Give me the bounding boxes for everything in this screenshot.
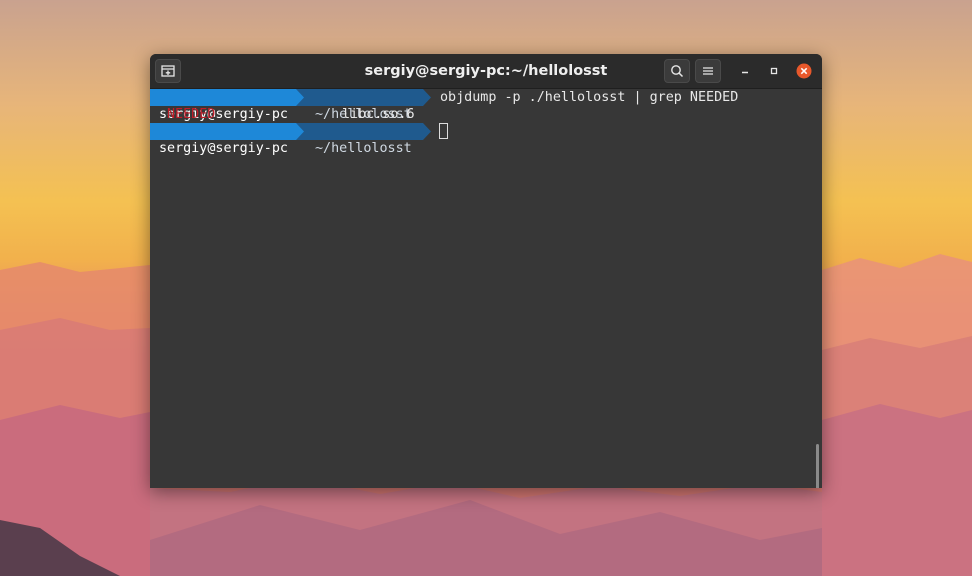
prompt-user-text: sergiy@sergiy-pc xyxy=(159,141,288,156)
terminal-line: NEEDED libc.so.6 xyxy=(150,106,415,123)
prompt-arrow-icon xyxy=(423,89,431,106)
prompt-arrow-icon xyxy=(296,123,307,140)
minimize-icon xyxy=(742,71,748,74)
terminal-line: sergiy@sergiy-pc ~/hellolosst objdump -p… xyxy=(150,89,738,122)
prompt-user-segment: sergiy@sergiy-pc xyxy=(150,89,296,122)
prompt-arrow-icon xyxy=(423,123,431,140)
prompt-dir-segment: ~/hellolosst xyxy=(307,89,423,122)
close-button[interactable] xyxy=(796,63,812,79)
window-title: sergiy@sergiy-pc:~/hellolosst xyxy=(364,63,608,79)
title-bar[interactable]: sergiy@sergiy-pc:~/hellolosst xyxy=(150,54,822,89)
grep-match-text: NEEDED xyxy=(167,107,216,122)
prompt-dir-text: ~/hellolosst xyxy=(315,141,412,156)
terminal-window: sergiy@sergiy-pc:~/hellolosst sergiy@ser… xyxy=(150,54,822,488)
hamburger-menu-icon xyxy=(703,67,713,75)
prompt-dir-segment: ~/hellolosst xyxy=(307,123,423,156)
search-button[interactable] xyxy=(664,59,690,83)
text-cursor xyxy=(439,123,448,139)
maximize-icon xyxy=(770,67,778,75)
new-tab-button[interactable] xyxy=(155,59,181,83)
terminal-content[interactable]: sergiy@sergiy-pc ~/hellolosst objdump -p… xyxy=(150,89,822,488)
new-tab-icon xyxy=(161,65,175,77)
minimize-button[interactable] xyxy=(737,63,753,79)
command-text: objdump -p ./hellolosst | grep NEEDED xyxy=(440,90,739,105)
close-icon xyxy=(796,63,812,79)
terminal-line: sergiy@sergiy-pc ~/hellolosst xyxy=(150,123,448,156)
output-text: libc.so.6 xyxy=(342,107,415,122)
menu-button[interactable] xyxy=(695,59,721,83)
maximize-button[interactable] xyxy=(766,63,782,79)
scrollbar[interactable] xyxy=(816,444,819,488)
search-icon xyxy=(671,65,684,78)
prompt-user-segment: sergiy@sergiy-pc xyxy=(150,123,296,156)
prompt-arrow-icon xyxy=(296,89,307,106)
